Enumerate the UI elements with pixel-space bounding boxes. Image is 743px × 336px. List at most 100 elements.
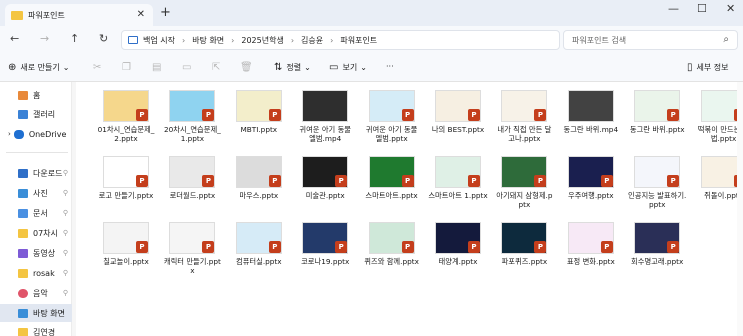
sidebar-item-onedrive[interactable]: › OneDrive xyxy=(0,125,72,143)
file-item[interactable]: P 태양계.pptx xyxy=(428,220,488,280)
file-item[interactable]: P 스마트아트.pptx xyxy=(362,154,422,214)
file-item[interactable]: P 귀여운 아기 동물 엘범.pptx xyxy=(362,88,422,148)
sidebar-item-videos[interactable]: 동영상 ⚲ xyxy=(0,244,72,262)
breadcrumb-backup[interactable]: 백업 시작 xyxy=(143,35,175,46)
folder-icon xyxy=(18,268,28,278)
documents-icon xyxy=(18,208,28,218)
sidebar-item-home[interactable]: 홈 xyxy=(0,86,72,104)
file-thumbnail: P xyxy=(368,156,415,188)
cloud-icon xyxy=(13,129,24,139)
file-item[interactable]: P 01차시_연습문제_2.pptx xyxy=(96,88,156,148)
powerpoint-icon: P xyxy=(202,109,215,121)
breadcrumb-user[interactable]: 김승윤 xyxy=(301,35,323,46)
sort-button[interactable]: ⇅ 정렬 ⌄ xyxy=(274,62,311,73)
file-item[interactable]: 귀여운 아기 동물 엘범.mp4 xyxy=(295,88,355,148)
computer-icon xyxy=(128,36,138,44)
powerpoint-icon: P xyxy=(534,109,547,121)
address-bar[interactable]: 백업 시작 › 바탕 화면 › 2025년학생 › 김승윤 › 파워포인트 xyxy=(121,30,560,50)
file-item[interactable]: P 회수명고래.pptx xyxy=(627,220,687,280)
copy-button[interactable]: ❐ xyxy=(122,62,135,73)
file-item[interactable]: P 로더월드.pptx xyxy=(162,154,222,214)
breadcrumb-powerpoint[interactable]: 파워포인트 xyxy=(340,35,377,46)
file-item[interactable]: P 캐릭터 만들기.pptx xyxy=(162,220,222,280)
powerpoint-icon: P xyxy=(202,241,215,253)
more-options-button[interactable]: ··· xyxy=(386,62,394,71)
rename-button[interactable]: ▭ xyxy=(182,62,195,73)
breadcrumb-2025[interactable]: 2025년학생 xyxy=(241,35,283,46)
file-item[interactable]: P 아기돼지 삼형제.pptx xyxy=(494,154,554,214)
file-name: 동그란 바위.pptx xyxy=(629,125,685,134)
file-thumbnail xyxy=(302,90,349,122)
file-name: 01차시_연습문제_2.pptx xyxy=(97,125,155,143)
view-button[interactable]: ▭ 보기 ⌄ xyxy=(329,62,367,73)
back-button[interactable]: ← xyxy=(10,32,19,45)
search-input[interactable]: 파워포인트 검색 ⌕ xyxy=(563,30,738,50)
sidebar-item-label: 바탕 화면 xyxy=(33,308,65,318)
file-item[interactable]: P 미술관.pptx xyxy=(295,154,355,214)
file-item[interactable]: P 코로나19.pptx xyxy=(295,220,355,280)
trash-icon: 🗑 xyxy=(240,62,253,73)
file-item[interactable]: P 동그란 바위.pptx xyxy=(627,88,687,148)
sidebar-item-documents[interactable]: 문서 ⚲ xyxy=(0,204,72,222)
file-item[interactable]: P 컴퓨터실.pptx xyxy=(229,220,289,280)
sidebar-item-rosak[interactable]: rosak ⚲ xyxy=(0,264,72,282)
details-button[interactable]: ▯ 세부 정보 xyxy=(687,62,729,73)
share-button[interactable]: ⇱ xyxy=(212,62,224,73)
pin-icon[interactable]: ⚲ xyxy=(63,189,68,197)
desktop-icon xyxy=(18,308,28,318)
forward-button[interactable]: → xyxy=(40,32,49,45)
file-thumbnail: P xyxy=(368,222,415,254)
file-item[interactable]: 동그란 바위.mp4 xyxy=(561,88,621,148)
file-item[interactable]: P 인공지능 발표하기.pptx xyxy=(627,154,687,214)
pin-icon[interactable]: ⚲ xyxy=(63,209,68,217)
file-item[interactable]: P 나의 BEST.pptx xyxy=(428,88,488,148)
pin-icon[interactable]: ⚲ xyxy=(63,229,68,237)
pictures-icon xyxy=(18,188,28,198)
file-item[interactable]: P 20차시_연습문제_1.pptx xyxy=(162,88,222,148)
powerpoint-icon: P xyxy=(667,109,680,121)
breadcrumb-desktop[interactable]: 바탕 화면 xyxy=(192,35,224,46)
new-tab-button[interactable]: + xyxy=(160,5,171,20)
file-item[interactable]: P 우주여행.pptx xyxy=(561,154,621,214)
file-name: 퀴즈와 함께.pptx xyxy=(364,257,419,266)
file-item[interactable]: P 퀴즈와 함께.pptx xyxy=(362,220,422,280)
file-item[interactable]: P 로고 만들기.pptx xyxy=(96,154,156,214)
file-item[interactable]: P 내가 직접 만든 달고나.pptx xyxy=(494,88,554,148)
sidebar-item-label: rosak xyxy=(33,268,55,278)
pin-icon[interactable]: ⚲ xyxy=(63,169,68,177)
close-window-button[interactable]: ✕ xyxy=(726,2,735,15)
tab-close-icon[interactable]: ✕ xyxy=(137,9,145,20)
chevron-down-icon: ⌄ xyxy=(62,63,70,72)
minimize-button[interactable]: — xyxy=(668,2,679,15)
file-item[interactable]: P 마우스.pptx xyxy=(229,154,289,214)
sidebar-item-downloads[interactable]: 다운로드 ⚲ xyxy=(0,164,72,182)
chevron-right-icon: › xyxy=(290,35,295,45)
sidebar-item-label: 07차시 xyxy=(33,228,58,238)
file-item[interactable]: P쥐돌이.pptx xyxy=(694,154,743,214)
file-item[interactable]: P떡볶이 만드는 방법.pptx xyxy=(694,88,743,148)
new-button-label: 새로 만들기 xyxy=(20,63,60,72)
file-item[interactable]: P 스마트아트 1.pptx xyxy=(428,154,488,214)
maximize-button[interactable]: ☐ xyxy=(697,2,707,15)
content-scrollbar[interactable] xyxy=(737,82,743,336)
up-button[interactable]: ↑ xyxy=(70,32,79,45)
paste-button[interactable]: ▤ xyxy=(152,62,165,73)
sidebar-item-music[interactable]: 음악 ⚲ xyxy=(0,284,72,302)
sidebar-item-gallery[interactable]: 갤러리 xyxy=(0,105,72,123)
refresh-button[interactable]: ↻ xyxy=(99,32,108,45)
tab-파워포인트[interactable]: 파워포인트 ✕ xyxy=(5,4,153,26)
cut-button[interactable]: ✂ xyxy=(93,62,105,73)
file-item[interactable]: P 파포퀴즈.pptx xyxy=(494,220,554,280)
sidebar-item-pictures[interactable]: 사진 ⚲ xyxy=(0,184,72,202)
file-item[interactable]: P MBTI.pptx xyxy=(229,88,289,148)
sidebar-item-07차시[interactable]: 07차시 ⚲ xyxy=(0,224,72,242)
pin-icon[interactable]: ⚲ xyxy=(63,269,68,277)
pin-icon[interactable]: ⚲ xyxy=(63,289,68,297)
new-button[interactable]: ⊕ 새로 만들기 ⌄ xyxy=(8,62,69,73)
file-item[interactable]: P 칠교놀이.pptx xyxy=(96,220,156,280)
sidebar-item-김연경[interactable]: 김연경 xyxy=(0,323,72,336)
file-item[interactable]: P 표정 변화.pptx xyxy=(561,220,621,280)
sidebar-item-desktop[interactable]: 바탕 화면 xyxy=(0,304,72,322)
delete-button[interactable]: 🗑 xyxy=(240,62,257,73)
pin-icon[interactable]: ⚲ xyxy=(63,249,68,257)
